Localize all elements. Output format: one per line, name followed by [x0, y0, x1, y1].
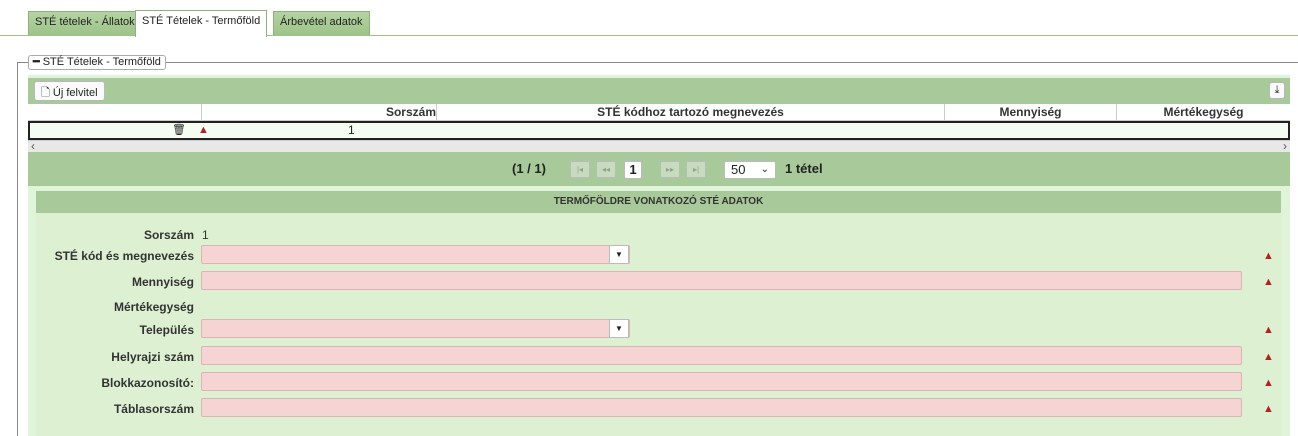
paginator: (1 / 1) |◂ ◂◂ 1 ▸▸ ▸| 50 ⌄ 1 tétel	[28, 152, 1290, 186]
new-record-label: Új felvitel	[52, 87, 98, 99]
row-sorszam: 1	[348, 123, 355, 137]
pager-summary: (1 / 1)	[512, 161, 546, 176]
label-mertekegyseg: Mértékegység	[113, 300, 194, 314]
horizontal-scrollbar[interactable]: ‹ ›	[28, 139, 1290, 153]
scroll-right-icon[interactable]: ›	[1283, 139, 1287, 153]
helyrajzi-input[interactable]	[201, 346, 1242, 365]
pager-total: 1 tétel	[785, 161, 823, 176]
collapse-icon[interactable]: ━	[33, 56, 40, 68]
tab-allatok[interactable]: STÉ tételek - Állatok	[28, 11, 142, 35]
scroll-left-icon[interactable]: ‹	[31, 139, 35, 153]
warning-icon: ▲	[1263, 377, 1274, 389]
label-ste-kod: STÉ kód és megnevezés	[54, 249, 194, 263]
section-title: TERMŐFÖLDRE VONATKOZÓ STÉ ADATOK	[36, 191, 1281, 213]
telepules-select[interactable]: ▼	[201, 319, 630, 338]
warning-icon: ▲	[1263, 351, 1274, 363]
tabla-input[interactable]	[201, 398, 1242, 417]
tab-termofold[interactable]: STÉ Tételek - Termőföld	[135, 10, 268, 37]
table-row[interactable]: 🗑 ▲ 1	[28, 121, 1290, 140]
new-record-button[interactable]: 🗋 Új felvitel	[34, 81, 105, 101]
col-header-mennyiseg[interactable]: Mennyiség	[944, 104, 1116, 121]
table-toolbar: 🗋 Új felvitel ⤓	[28, 78, 1290, 104]
export-button[interactable]: ⤓	[1269, 82, 1285, 99]
warning-icon: ▲	[1263, 324, 1274, 336]
label-telepules: Település	[139, 323, 194, 337]
fieldset-legend[interactable]: ━ STÉ Tételek - Termőföld	[28, 55, 166, 70]
dropdown-icon[interactable]: ▼	[609, 245, 629, 264]
page-1-button[interactable]: 1	[624, 161, 642, 179]
label-sorszam: Sorszám	[143, 228, 194, 242]
warning-icon: ▲	[198, 124, 209, 136]
label-helyrajzi: Helyrajzi szám	[111, 350, 194, 364]
tab-arbevetel[interactable]: Árbevétel adatok	[273, 11, 370, 35]
first-page-icon[interactable]: |◂	[570, 161, 590, 178]
warning-icon: ▲	[1263, 276, 1274, 288]
document-icon: 🗋	[41, 87, 50, 99]
label-tabla: Táblasorszám	[113, 402, 194, 416]
last-page-icon[interactable]: ▸|	[686, 161, 706, 178]
value-sorszam: 1	[202, 228, 209, 242]
ste-kod-select[interactable]: ▼	[201, 245, 630, 264]
delete-icon[interactable]: 🗑	[172, 123, 186, 138]
export-icon: ⤓	[1274, 84, 1280, 96]
warning-icon: ▲	[1263, 403, 1274, 415]
label-mennyiseg: Mennyiség	[131, 275, 194, 289]
col-header-mertekegyseg[interactable]: Mértékegység	[1116, 104, 1290, 121]
next-page-icon[interactable]: ▸▸	[660, 161, 680, 178]
label-blokk: Blokkazonosító:	[101, 376, 194, 390]
dropdown-icon[interactable]: ▼	[609, 319, 629, 338]
prev-page-icon[interactable]: ◂◂	[596, 161, 616, 178]
page-size-select[interactable]: 50 ⌄	[724, 161, 776, 179]
page-size-value: 50	[731, 162, 746, 177]
col-header-megnevezes[interactable]: STÉ kódhoz tartozó megnevezés	[436, 104, 944, 121]
mennyiseg-input[interactable]	[201, 271, 1242, 290]
table-header: Sorszám STÉ kódhoz tartozó megnevezés Me…	[28, 104, 1290, 121]
blokk-input[interactable]	[201, 372, 1242, 391]
col-divider	[201, 104, 202, 121]
col-header-sorszam[interactable]: Sorszám	[348, 104, 436, 121]
fieldset-legend-label: STÉ Tételek - Termőföld	[42, 56, 161, 68]
warning-icon: ▲	[1263, 250, 1274, 262]
chevron-down-icon: ⌄	[760, 164, 769, 175]
